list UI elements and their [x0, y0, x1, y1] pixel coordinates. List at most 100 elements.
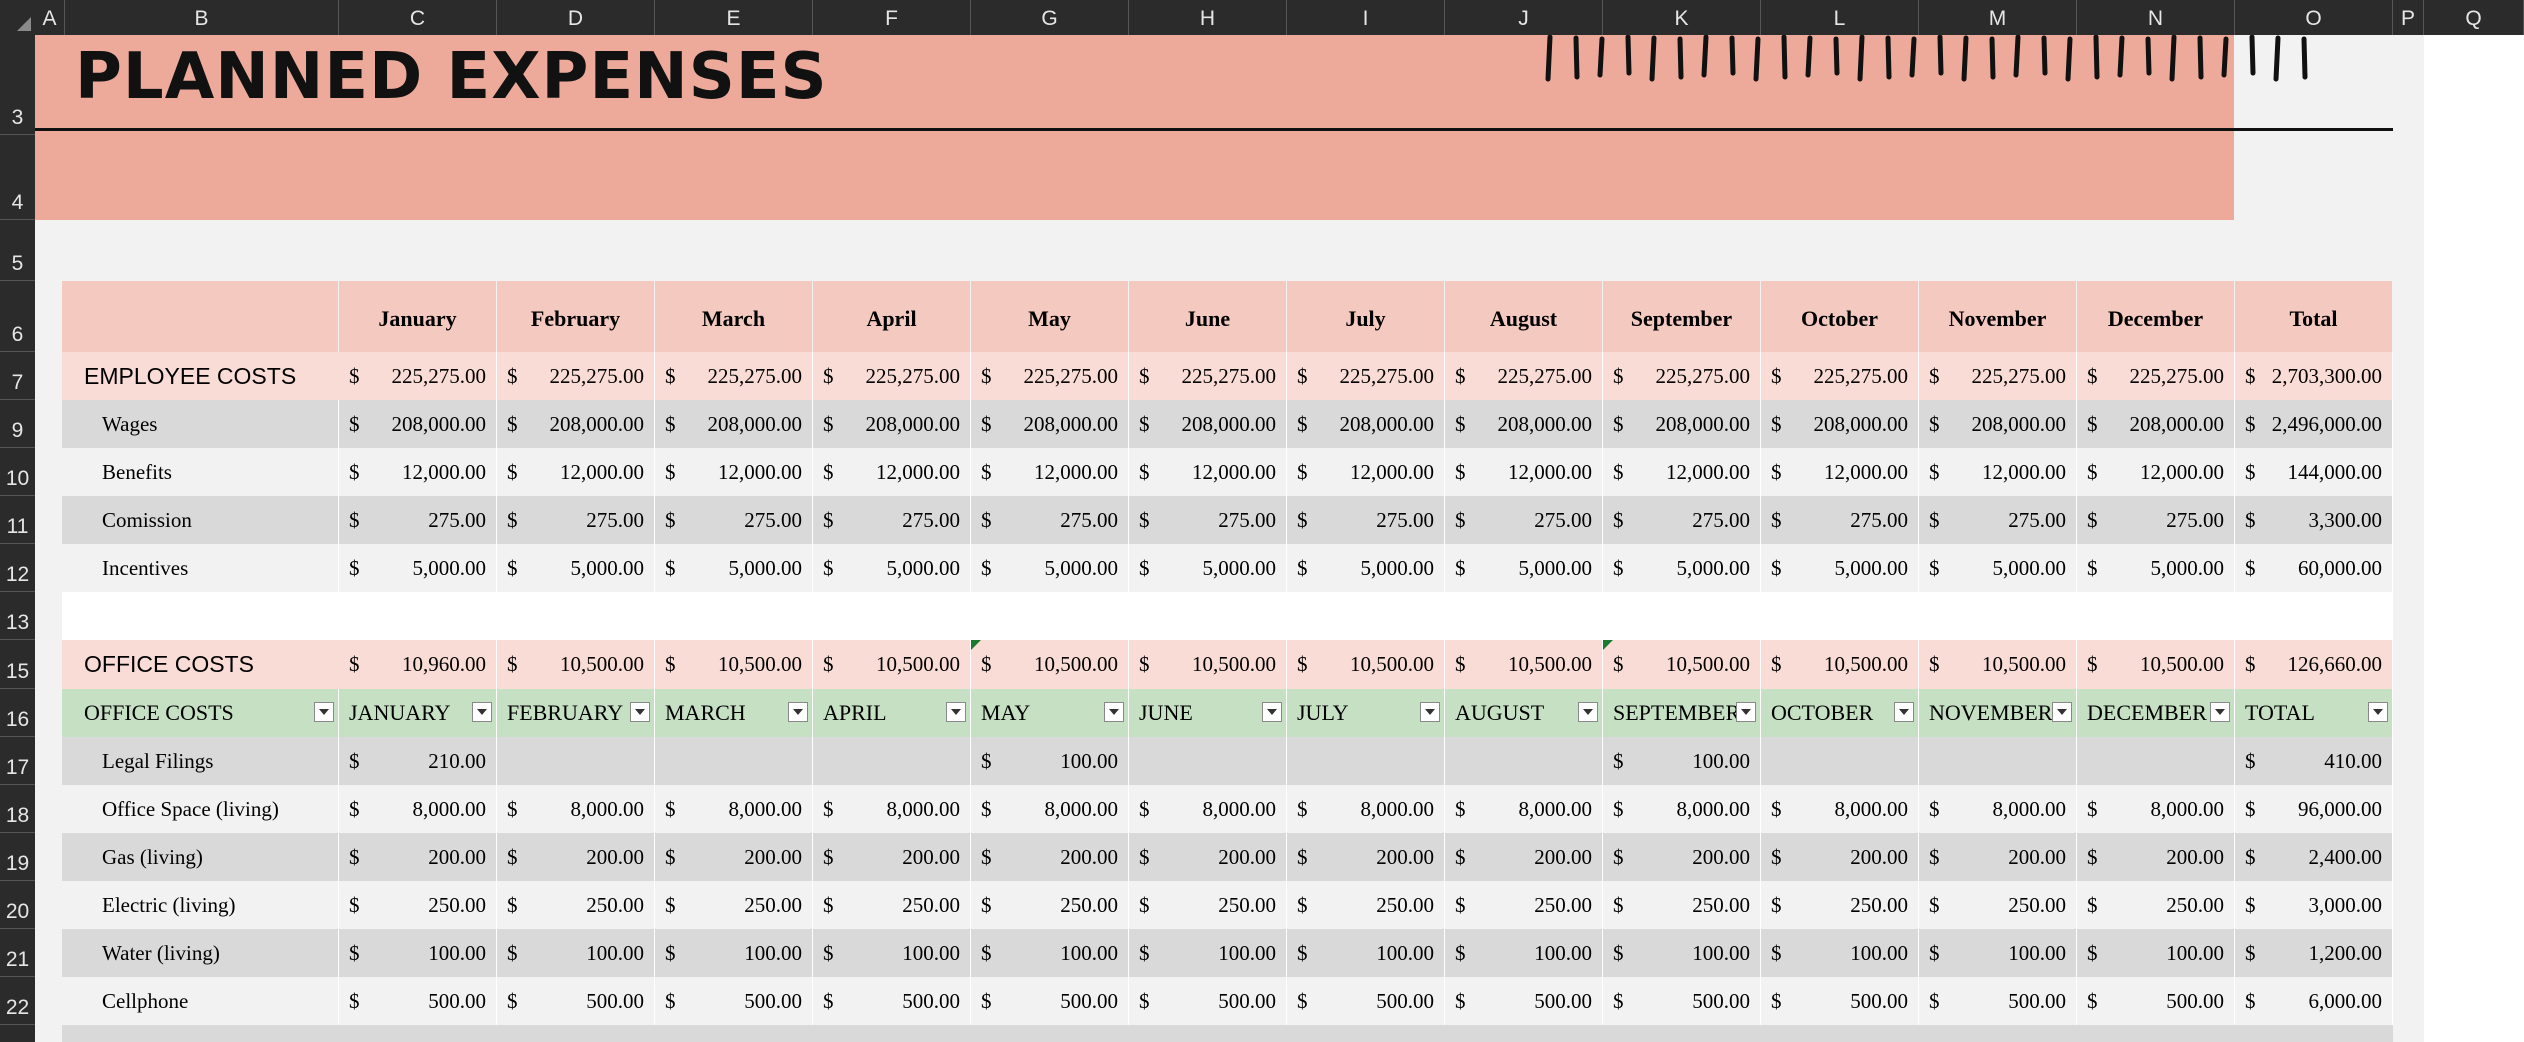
comment-indicator-icon[interactable]	[1603, 640, 1613, 650]
filter-dropdown-icon[interactable]	[2210, 702, 2230, 722]
office-legal-filings-april[interactable]	[813, 737, 971, 785]
office-office-space-living--november[interactable]: $8,000.00	[1919, 785, 2077, 833]
employee-incentives-november[interactable]: $5,000.00	[1919, 544, 2077, 592]
employee-benefits-january[interactable]: $12,000.00	[339, 448, 497, 496]
office-office-space-living--january[interactable]: $8,000.00	[339, 785, 497, 833]
employee-costs-total-september[interactable]: $225,275.00	[1603, 352, 1761, 400]
column-header-k[interactable]: K	[1603, 0, 1761, 35]
table-header-september[interactable]: SEPTEMBER	[1603, 689, 1761, 737]
office-gas-living--april[interactable]: $200.00	[813, 833, 971, 881]
office-costs-total-october[interactable]: $10,500.00	[1761, 640, 1919, 689]
month-header-july[interactable]: July	[1287, 281, 1445, 352]
blank-row-13[interactable]	[62, 592, 2393, 640]
comment-indicator-icon[interactable]	[971, 640, 981, 650]
employee-comission-august[interactable]: $275.00	[1445, 496, 1603, 544]
office-electric-living--june[interactable]: $250.00	[1129, 881, 1287, 929]
employee-benefits-total[interactable]: $144,000.00	[2235, 448, 2393, 496]
month-header-february[interactable]: February	[497, 281, 655, 352]
employee-comission-june[interactable]: $275.00	[1129, 496, 1287, 544]
office-item-water-living-[interactable]: Water (living)	[62, 929, 339, 977]
employee-wages-december[interactable]: $208,000.00	[2077, 400, 2235, 448]
employee-wages-june[interactable]: $208,000.00	[1129, 400, 1287, 448]
office-legal-filings-october[interactable]	[1761, 737, 1919, 785]
column-header-e[interactable]: E	[655, 0, 813, 35]
office-legal-filings-total[interactable]: $410.00	[2235, 737, 2393, 785]
employee-incentives-may[interactable]: $5,000.00	[971, 544, 1129, 592]
month-header-january[interactable]: January	[339, 281, 497, 352]
employee-benefits-february[interactable]: $12,000.00	[497, 448, 655, 496]
office-legal-filings-november[interactable]	[1919, 737, 2077, 785]
office-water-living--may[interactable]: $100.00	[971, 929, 1129, 977]
office-electric-living--february[interactable]: $250.00	[497, 881, 655, 929]
column-header-m[interactable]: M	[1919, 0, 2077, 35]
office-water-living--june[interactable]: $100.00	[1129, 929, 1287, 977]
column-header-o[interactable]: O	[2235, 0, 2393, 35]
table-header-january[interactable]: JANUARY	[339, 689, 497, 737]
employee-incentives-total[interactable]: $60,000.00	[2235, 544, 2393, 592]
employee-costs-total-march[interactable]: $225,275.00	[655, 352, 813, 400]
month-header-august[interactable]: August	[1445, 281, 1603, 352]
row-header-12[interactable]: 12	[0, 544, 35, 592]
employee-comission-april[interactable]: $275.00	[813, 496, 971, 544]
table-header-august[interactable]: AUGUST	[1445, 689, 1603, 737]
office-gas-living--march[interactable]: $200.00	[655, 833, 813, 881]
office-cellphone-december[interactable]: $500.00	[2077, 977, 2235, 1025]
employee-costs-label[interactable]: EMPLOYEE COSTS	[62, 352, 339, 400]
office-office-space-living--october[interactable]: $8,000.00	[1761, 785, 1919, 833]
filter-dropdown-icon[interactable]	[2368, 702, 2388, 722]
office-office-space-living--december[interactable]: $8,000.00	[2077, 785, 2235, 833]
employee-comission-november[interactable]: $275.00	[1919, 496, 2077, 544]
employee-wages-total[interactable]: $2,496,000.00	[2235, 400, 2393, 448]
employee-item-comission[interactable]: Comission	[62, 496, 339, 544]
employee-comission-february[interactable]: $275.00	[497, 496, 655, 544]
filter-dropdown-icon[interactable]	[1736, 702, 1756, 722]
office-office-space-living--july[interactable]: $8,000.00	[1287, 785, 1445, 833]
office-gas-living--february[interactable]: $200.00	[497, 833, 655, 881]
office-costs-total-december[interactable]: $10,500.00	[2077, 640, 2235, 689]
row-header-22[interactable]: 22	[0, 977, 35, 1025]
office-cellphone-april[interactable]: $500.00	[813, 977, 971, 1025]
column-header-j[interactable]: J	[1445, 0, 1603, 35]
employee-costs-total-october[interactable]: $225,275.00	[1761, 352, 1919, 400]
row-header-15[interactable]: 15	[0, 640, 35, 689]
employee-comission-december[interactable]: $275.00	[2077, 496, 2235, 544]
employee-wages-january[interactable]: $208,000.00	[339, 400, 497, 448]
office-office-space-living--april[interactable]: $8,000.00	[813, 785, 971, 833]
employee-costs-total-january[interactable]: $225,275.00	[339, 352, 497, 400]
office-cellphone-january[interactable]: $500.00	[339, 977, 497, 1025]
employee-wages-november[interactable]: $208,000.00	[1919, 400, 2077, 448]
filter-dropdown-icon[interactable]	[1420, 702, 1440, 722]
employee-benefits-march[interactable]: $12,000.00	[655, 448, 813, 496]
row-header-10[interactable]: 10	[0, 448, 35, 496]
employee-incentives-june[interactable]: $5,000.00	[1129, 544, 1287, 592]
table-header-july[interactable]: JULY	[1287, 689, 1445, 737]
office-electric-living--may[interactable]: $250.00	[971, 881, 1129, 929]
office-cellphone-july[interactable]: $500.00	[1287, 977, 1445, 1025]
office-costs-total-august[interactable]: $10,500.00	[1445, 640, 1603, 689]
month-header-june[interactable]: June	[1129, 281, 1287, 352]
office-costs-total-january[interactable]: $10,960.00	[339, 640, 497, 689]
employee-costs-total-august[interactable]: $225,275.00	[1445, 352, 1603, 400]
row-header-13[interactable]: 13	[0, 592, 35, 640]
office-water-living--july[interactable]: $100.00	[1287, 929, 1445, 977]
row-header-5[interactable]: 5	[0, 220, 35, 281]
filter-dropdown-icon[interactable]	[1894, 702, 1914, 722]
office-office-space-living--august[interactable]: $8,000.00	[1445, 785, 1603, 833]
office-electric-living--december[interactable]: $250.00	[2077, 881, 2235, 929]
employee-costs-total-july[interactable]: $225,275.00	[1287, 352, 1445, 400]
office-item-cellphone[interactable]: Cellphone	[62, 977, 339, 1025]
table-header-december[interactable]: DECEMBER	[2077, 689, 2235, 737]
select-all-corner[interactable]	[0, 0, 35, 35]
office-water-living--february[interactable]: $100.00	[497, 929, 655, 977]
office-costs-total-total[interactable]: $126,660.00	[2235, 640, 2393, 689]
office-legal-filings-may[interactable]: $100.00	[971, 737, 1129, 785]
office-office-space-living--september[interactable]: $8,000.00	[1603, 785, 1761, 833]
filter-dropdown-icon[interactable]	[630, 702, 650, 722]
employee-comission-october[interactable]: $275.00	[1761, 496, 1919, 544]
office-costs-total-july[interactable]: $10,500.00	[1287, 640, 1445, 689]
office-water-living--january[interactable]: $100.00	[339, 929, 497, 977]
employee-costs-total-total[interactable]: $2,703,300.00	[2235, 352, 2393, 400]
office-item-gas-living-[interactable]: Gas (living)	[62, 833, 339, 881]
office-water-living--september[interactable]: $100.00	[1603, 929, 1761, 977]
partial-row-23[interactable]	[62, 1025, 2393, 1042]
